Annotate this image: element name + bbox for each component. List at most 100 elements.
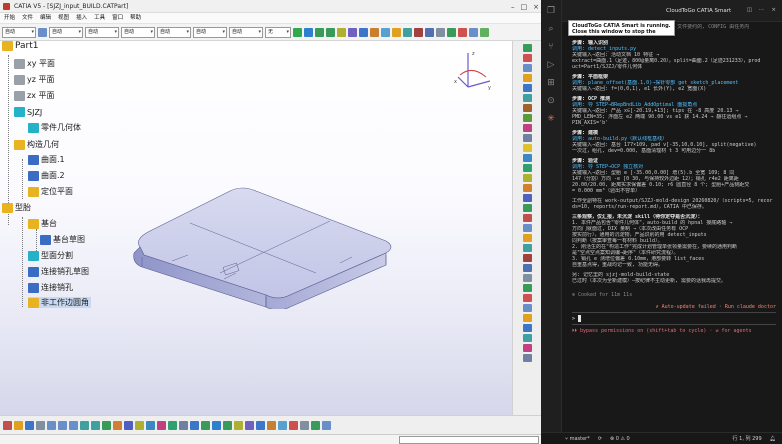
rotate-icon[interactable] [304, 27, 313, 37]
more-actions-icon[interactable]: ⋯ [759, 7, 765, 13]
remote-icon[interactable]: ⊙ [547, 96, 555, 106]
pocket-icon[interactable] [480, 27, 489, 37]
undo-icon[interactable] [80, 420, 89, 430]
cut-icon[interactable] [47, 420, 56, 430]
new-icon[interactable] [3, 420, 12, 430]
render-style-icon[interactable] [256, 420, 265, 430]
mold-part-3d-model[interactable] [120, 169, 410, 309]
point-icon[interactable] [436, 27, 445, 37]
dropdown-3[interactable]: 自动 [85, 26, 119, 38]
tree-sjzj[interactable]: SJZJ [14, 107, 42, 117]
compass-icon[interactable]: z y x [452, 47, 496, 95]
claude-icon[interactable]: ✳ [547, 114, 555, 124]
pan-icon[interactable] [293, 27, 302, 37]
pattern-tool-icon[interactable] [522, 274, 532, 282]
rib-tool-icon[interactable] [522, 94, 532, 102]
shell-tool-icon[interactable] [522, 164, 532, 172]
bell-icon[interactable]: 🔔︎ [770, 436, 776, 442]
fit-all-icon[interactable] [190, 420, 199, 430]
dropdown-5[interactable]: 自动 [157, 26, 191, 38]
iso-view-icon[interactable] [348, 27, 357, 37]
shading-icon[interactable] [359, 27, 368, 37]
normal-icon[interactable] [234, 420, 243, 430]
normal-view-icon[interactable] [337, 27, 346, 37]
zoom-in-icon[interactable] [315, 27, 324, 37]
symmetry-tool-icon[interactable] [522, 254, 532, 262]
bypass-permissions-status[interactable]: ⏵⏵ bypass permissions on (shift+tab to c… [572, 328, 776, 334]
dropdown-1[interactable]: 自动 [2, 26, 36, 38]
claude-terminal-output[interactable]: 通用因子 - 需要写出济器手段有引指 skill 文件要约的, CONFIG 由… [562, 22, 782, 432]
dropdown-8[interactable]: 无 [265, 26, 291, 38]
update-all-icon[interactable] [102, 420, 111, 430]
annotation-tool-icon[interactable] [522, 354, 532, 362]
tree-surface-1[interactable]: 曲面.1 [28, 154, 65, 165]
stiffener-tool-icon[interactable] [522, 114, 532, 122]
service-notification[interactable]: CloudToGo CATIA Smart is running. Close … [568, 20, 675, 41]
tree-part-body[interactable]: 零件几何体 [28, 122, 81, 133]
menu-help[interactable]: 帮助 [130, 13, 141, 23]
dropdown-6[interactable]: 自动 [193, 26, 227, 38]
tree-fillet[interactable]: 非工作边圆角 [28, 297, 91, 308]
pad-tool-icon[interactable] [522, 44, 532, 52]
rotate-tool-icon[interactable] [522, 244, 532, 252]
update-icon[interactable] [414, 27, 423, 37]
tree-mold[interactable]: 型胎 [2, 202, 31, 213]
draft-tool-icon[interactable] [522, 154, 532, 162]
zoom-view-icon[interactable] [223, 420, 232, 430]
boolean-tool-icon[interactable] [522, 294, 532, 302]
catalog-icon[interactable] [124, 420, 133, 430]
swap-icon[interactable] [381, 27, 390, 37]
swap-space-icon[interactable] [278, 420, 287, 430]
plane-icon[interactable] [458, 27, 467, 37]
dropdown-2[interactable]: 自动 [49, 26, 83, 38]
cursor-position[interactable]: 行 1, 列 299 [733, 435, 762, 442]
explorer-icon[interactable]: ❐ [547, 6, 555, 16]
translate-tool-icon[interactable] [522, 234, 532, 242]
thickness-tool-icon[interactable] [522, 174, 532, 182]
split-tool-icon[interactable] [522, 194, 532, 202]
redo-icon[interactable] [91, 420, 100, 430]
menu-file[interactable]: 文件 [22, 13, 33, 23]
add-tool-icon[interactable] [522, 304, 532, 312]
tree-zx-plane[interactable]: zx 平面 [14, 90, 54, 101]
run-debug-icon[interactable]: ▷ [548, 60, 555, 70]
measure-between-icon[interactable] [146, 420, 155, 430]
formula-icon[interactable] [113, 420, 122, 430]
save-icon[interactable] [25, 420, 34, 430]
pocket-tool-icon[interactable] [522, 54, 532, 62]
3d-viewport[interactable]: Part1 xy 平面 yz 平面 zx 平面 SJZJ 零件几何体 构造几何 [0, 41, 512, 415]
tree-root[interactable]: Part1 [2, 41, 39, 51]
zoom-out-icon[interactable] [326, 27, 335, 37]
groove-tool-icon[interactable] [522, 74, 532, 82]
hide-icon[interactable] [267, 420, 276, 430]
inertia-icon[interactable] [168, 420, 177, 430]
menu-edit[interactable]: 编辑 [40, 13, 51, 23]
constraint-tool-icon[interactable] [522, 344, 532, 352]
close-surface-tool-icon[interactable] [522, 214, 532, 222]
thread-tool-icon[interactable] [522, 184, 532, 192]
remove-tool-icon[interactable] [522, 314, 532, 322]
snap-icon[interactable] [311, 420, 320, 430]
copy-icon[interactable] [58, 420, 67, 430]
print-icon[interactable] [36, 420, 45, 430]
views-icon[interactable] [245, 420, 254, 430]
slot-tool-icon[interactable] [522, 104, 532, 112]
command-input[interactable] [399, 436, 539, 444]
tree-pin-hole-sketch[interactable]: 连接销孔草图 [28, 266, 89, 277]
thick-surface-tool-icon[interactable] [522, 204, 532, 212]
search-icon[interactable]: ⌕ [548, 24, 553, 34]
extrude-icon[interactable] [469, 27, 478, 37]
scale-tool-icon[interactable] [522, 284, 532, 292]
tree-surface-2[interactable]: 曲面.2 [28, 170, 65, 181]
tool-icon[interactable] [38, 27, 47, 37]
tree-locate-plane[interactable]: 定位平面 [28, 186, 73, 197]
tree-base[interactable]: 基台 [28, 218, 57, 229]
construction-icon[interactable] [322, 420, 331, 430]
axis-icon[interactable] [425, 27, 434, 37]
menu-window[interactable]: 窗口 [112, 13, 123, 23]
measure-item-icon[interactable] [157, 420, 166, 430]
tree-pin-hole[interactable]: 连接销孔 [28, 282, 73, 293]
mirror-tool-icon[interactable] [522, 264, 532, 272]
tree-yz-plane[interactable]: yz 平面 [14, 74, 54, 85]
apply-material-icon[interactable] [289, 420, 298, 430]
